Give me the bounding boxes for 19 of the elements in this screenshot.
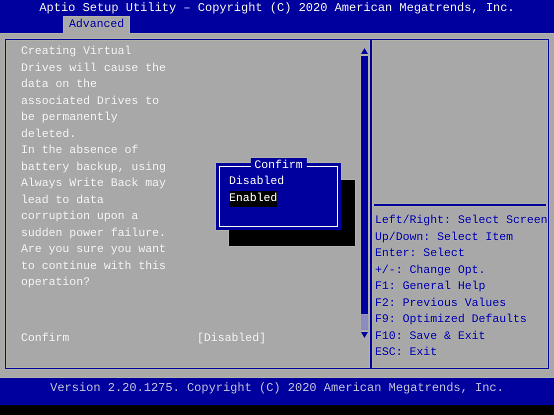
scroll-down-icon[interactable] [361,332,368,338]
popup-option[interactable]: Disabled [229,174,284,190]
window-title: Aptio Setup Utility – Copyright (C) 2020 American Megatrends, Inc. [39,0,515,16]
scroll-thumb[interactable] [361,314,368,330]
help-paragraph: In the absence of battery backup, using Always Write Back may lead to data corruption upon a sudden power failure. Are you sure you want to continue with this operation? [21,143,166,291]
key-help-line: ESC: Exit [375,345,438,361]
key-help-line: Left/Right: Select Screen [375,213,548,229]
key-help-line: F10: Save & Exit [375,328,486,344]
popup-option[interactable]: Enabled [229,190,278,207]
key-help-line: Enter: Select [375,246,465,262]
key-help-line: F9: Optimized Defaults [375,312,527,328]
scroll-up-icon[interactable] [361,48,368,54]
tab[interactable]: Advanced [63,16,130,33]
help-paragraph: Creating Virtual Drives will cause the data on the associated Drives to be permanently deleted. [21,44,166,142]
key-help-line: Up/Down: Select Item [375,230,514,246]
key-help-line: F2: Previous Values [375,296,506,312]
key-help-line: F1: General Help [375,279,486,295]
key-help-line: +/-: Change Opt. [375,262,486,278]
version-text: Version 2.20.1275. Copyright (C) 2020 American Megatrends, Inc. [50,380,504,397]
